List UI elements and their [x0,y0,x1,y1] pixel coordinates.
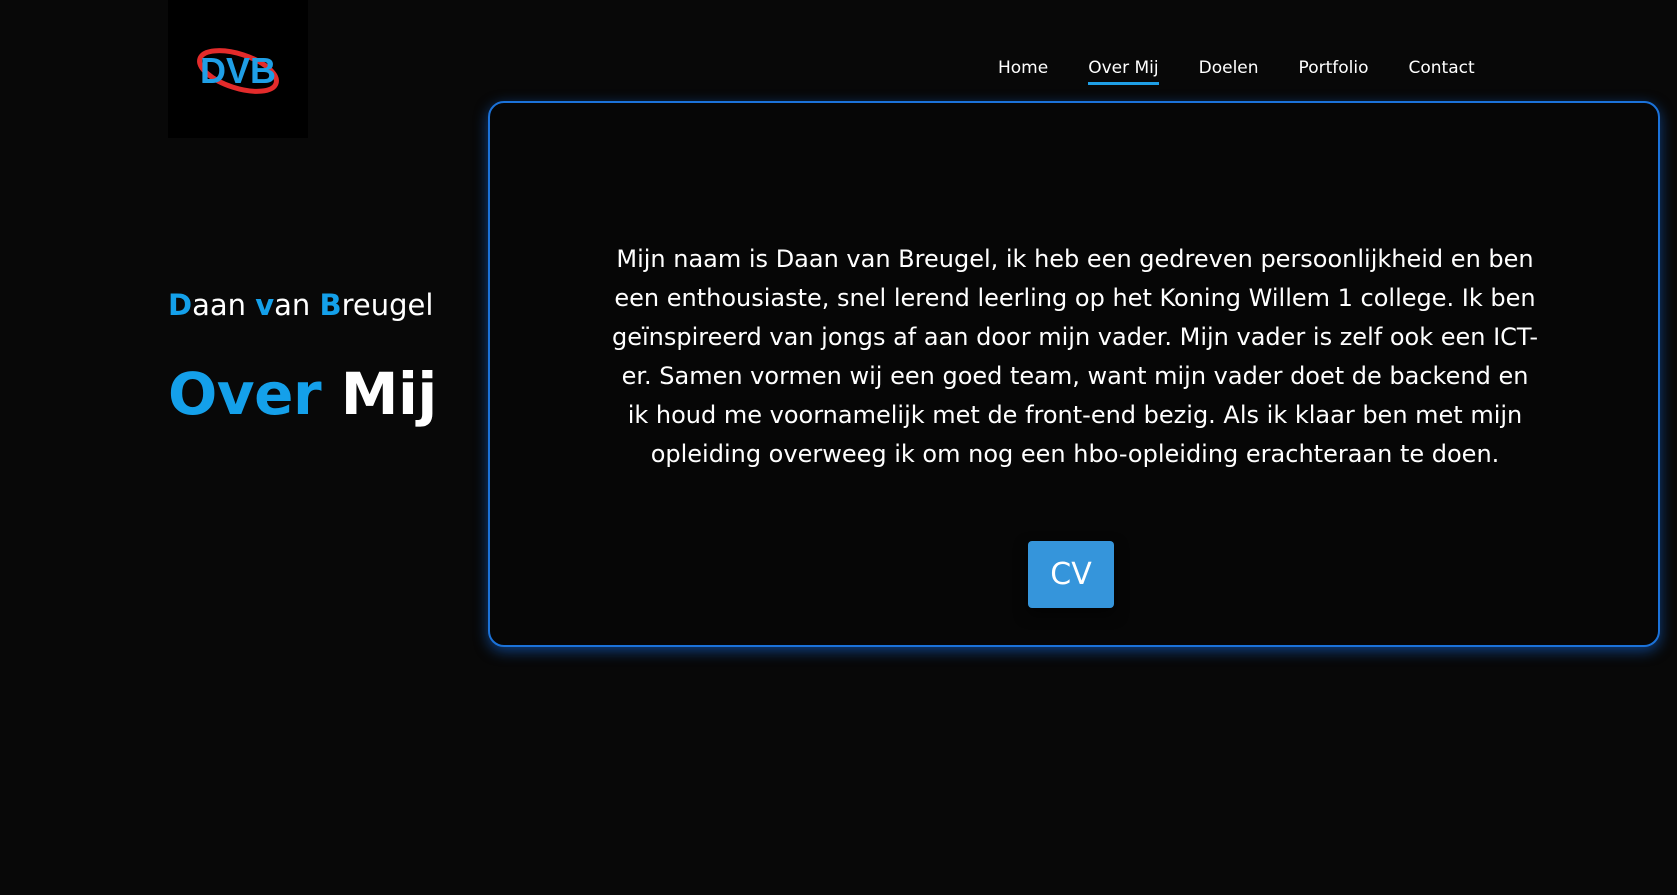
cv-button[interactable]: CV [1028,541,1114,608]
bio-text: Mijn naam is Daan van Breugel, ik heb ee… [611,245,1539,468]
name-part-middle: an [274,288,320,322]
about-card: Mijn naam is Daan van Breugel, ik heb ee… [488,101,1660,647]
name-part-last: reugel [341,288,434,322]
name-initial-v: v [255,288,275,322]
logo-text: DVB [200,50,276,91]
main-nav: Home Over Mij Doelen Portfolio Contact [998,58,1475,85]
name-part-first: aan [192,288,256,322]
page-title-plain: Mij [340,360,437,428]
dvb-logo-icon: DVB [197,48,279,94]
page: DVB Home Over Mij Doelen Portfolio Conta… [0,0,1677,895]
nav-portfolio[interactable]: Portfolio [1299,58,1369,85]
name-initial-b: B [319,288,342,322]
nav-home[interactable]: Home [998,58,1048,85]
page-title-accent: Over [168,360,322,428]
nav-over-mij[interactable]: Over Mij [1088,58,1159,85]
name-initial-d: D [168,288,193,322]
site-logo[interactable]: DVB [168,0,308,138]
page-title: Over Mij [168,360,437,428]
nav-contact[interactable]: Contact [1408,58,1474,85]
nav-doelen[interactable]: Doelen [1199,58,1259,85]
full-name: Daan van Breugel [168,288,433,322]
